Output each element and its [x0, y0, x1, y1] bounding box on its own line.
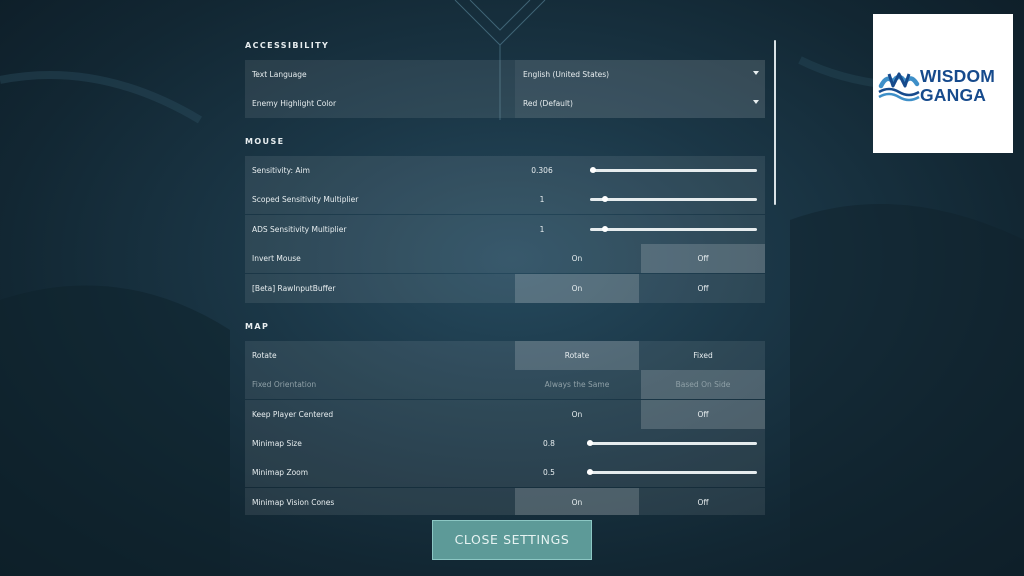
slider-value[interactable]: 1 [522, 185, 562, 214]
slider-value[interactable]: 0.8 [529, 429, 569, 458]
logo-text-line1: WISDOM [920, 66, 996, 86]
fixed-option-button[interactable]: Fixed [641, 341, 765, 370]
keep-centered-off-button[interactable]: Off [641, 400, 765, 429]
setting-label: Enemy Highlight Color [252, 99, 337, 108]
slider-value[interactable]: 0.5 [529, 458, 569, 487]
setting-row-sensitivity-aim: Sensitivity: Aim 0.306 [245, 156, 765, 185]
slider-value[interactable]: 0.306 [522, 156, 562, 185]
slider-knob[interactable] [602, 196, 609, 202]
setting-row-text-language: Text Language English (United States) [245, 60, 765, 89]
always-same-option-button: Always the Same [544, 380, 610, 389]
setting-row-minimap-zoom: Minimap Zoom 0.5 [245, 458, 765, 487]
based-on-side-option-button: Based On Side [641, 370, 765, 399]
keep-player-centered-toggle: On Off [515, 400, 765, 429]
slider-value[interactable]: 1 [522, 215, 562, 244]
slider-knob[interactable] [587, 469, 594, 475]
wave-logo-icon [878, 72, 920, 102]
setting-label: Rotate [252, 351, 277, 360]
setting-label: Minimap Zoom [252, 468, 309, 477]
invert-mouse-toggle: On Off [515, 244, 765, 273]
dropdown-value: English (United States) [523, 70, 610, 79]
vision-cones-on-button[interactable]: On [515, 488, 639, 515]
minimap-vision-cones-toggle: On Off [515, 488, 765, 515]
chevron-down-icon [753, 100, 759, 104]
section-title-mouse: MOUSE [245, 137, 285, 146]
sensitivity-aim-slider: 0.306 [515, 156, 765, 185]
slider-track[interactable] [590, 196, 757, 202]
setting-label: Minimap Vision Cones [252, 498, 335, 507]
raw-input-buffer-toggle: On Off [515, 274, 765, 303]
slider-track[interactable] [587, 440, 757, 446]
setting-label: Fixed Orientation [252, 380, 317, 389]
setting-label: Invert Mouse [252, 254, 301, 263]
section-title-accessibility: ACCESSIBILITY [245, 41, 330, 50]
setting-row-invert-mouse: Invert Mouse On Off [245, 244, 765, 273]
slider-knob[interactable] [587, 440, 594, 446]
logo-text-line2: GANGA [920, 85, 987, 105]
setting-label: [Beta] RawInputBuffer [252, 284, 336, 293]
slider-track[interactable] [590, 226, 757, 232]
setting-row-scoped-sensitivity-multiplier: Scoped Sensitivity Multiplier 1 [245, 185, 765, 214]
vision-cones-off-button[interactable]: Off [641, 488, 765, 515]
setting-row-minimap-size: Minimap Size 0.8 [245, 429, 765, 458]
ads-sensitivity-slider: 1 [515, 215, 765, 244]
setting-label: Text Language [252, 70, 307, 79]
setting-row-ads-sensitivity-multiplier: ADS Sensitivity Multiplier 1 [245, 215, 765, 244]
setting-row-enemy-highlight-color: Enemy Highlight Color Red (Default) [245, 89, 765, 118]
scrollbar[interactable] [774, 40, 776, 205]
scoped-sensitivity-slider: 1 [515, 185, 765, 214]
slider-knob[interactable] [602, 226, 609, 232]
setting-row-fixed-orientation: Fixed Orientation Always the Same Based … [245, 370, 765, 399]
dropdown-value: Red (Default) [523, 99, 573, 108]
setting-row-rotate: Rotate Rotate Fixed [245, 341, 765, 370]
setting-row-keep-player-centered: Keep Player Centered On Off [245, 400, 765, 429]
map-rotate-toggle: Rotate Fixed [515, 341, 765, 370]
chevron-down-icon [753, 71, 759, 75]
setting-row-minimap-vision-cones: Minimap Vision Cones On Off [245, 488, 765, 515]
setting-label: Scoped Sensitivity Multiplier [252, 195, 359, 204]
setting-label: ADS Sensitivity Multiplier [252, 225, 347, 234]
minimap-size-slider: 0.8 [515, 429, 765, 458]
keep-centered-on-button[interactable]: On [515, 400, 639, 429]
raw-input-on-button[interactable]: On [515, 274, 639, 303]
slider-track[interactable] [590, 167, 757, 173]
setting-row-raw-input-buffer: [Beta] RawInputBuffer On Off [245, 274, 765, 303]
enemy-highlight-color-dropdown[interactable]: Red (Default) [515, 89, 765, 118]
close-settings-button[interactable]: CLOSE SETTINGS [432, 520, 592, 560]
invert-mouse-off-button[interactable]: Off [641, 244, 765, 273]
raw-input-off-button[interactable]: Off [641, 274, 765, 303]
minimap-zoom-slider: 0.5 [515, 458, 765, 487]
slider-track[interactable] [587, 469, 757, 475]
wisdom-ganga-logo: WISDOM GANGA [873, 14, 1013, 153]
text-language-dropdown[interactable]: English (United States) [515, 60, 765, 89]
invert-mouse-on-button[interactable]: On [515, 244, 639, 273]
settings-panel: ACCESSIBILITY Text Language English (Uni… [245, 0, 775, 515]
setting-label: Minimap Size [252, 439, 302, 448]
rotate-option-button[interactable]: Rotate [515, 341, 639, 370]
fixed-orientation-toggle: Always the Same Based On Side [515, 370, 765, 399]
section-title-map: MAP [245, 322, 270, 331]
slider-knob[interactable] [590, 167, 597, 173]
setting-label: Sensitivity: Aim [252, 166, 310, 175]
setting-label: Keep Player Centered [252, 410, 334, 419]
